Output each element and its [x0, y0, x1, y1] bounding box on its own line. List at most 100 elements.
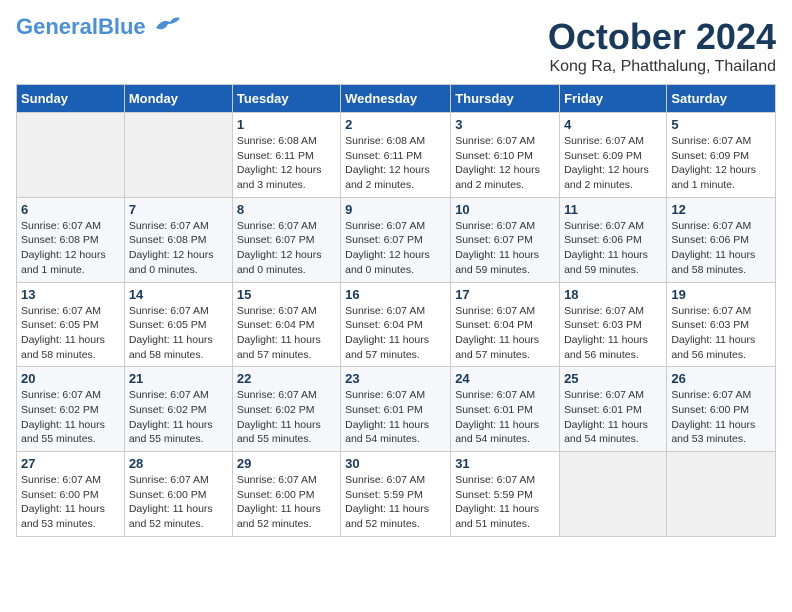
calendar-cell: [560, 452, 667, 537]
day-info: Sunrise: 6:07 AMSunset: 6:02 PMDaylight:…: [237, 388, 336, 447]
header-cell-wednesday: Wednesday: [341, 85, 451, 113]
calendar-cell: 21 Sunrise: 6:07 AMSunset: 6:02 PMDayligh…: [124, 367, 232, 452]
day-info: Sunrise: 6:07 AMSunset: 6:07 PMDaylight:…: [237, 219, 336, 278]
calendar-cell: 2 Sunrise: 6:08 AMSunset: 6:11 PMDaylight…: [341, 113, 451, 198]
calendar-cell: 10 Sunrise: 6:07 AMSunset: 6:07 PMDayligh…: [451, 197, 560, 282]
day-number: 25: [564, 371, 662, 386]
day-info: Sunrise: 6:07 AMSunset: 6:03 PMDaylight:…: [671, 304, 771, 363]
day-number: 8: [237, 202, 336, 217]
day-number: 1: [237, 117, 336, 132]
calendar-cell: 22 Sunrise: 6:07 AMSunset: 6:02 PMDayligh…: [232, 367, 340, 452]
calendar-cell: 20 Sunrise: 6:07 AMSunset: 6:02 PMDayligh…: [17, 367, 125, 452]
calendar-body: 1 Sunrise: 6:08 AMSunset: 6:11 PMDaylight…: [17, 113, 776, 537]
day-info: Sunrise: 6:07 AMSunset: 6:09 PMDaylight:…: [671, 134, 771, 193]
day-info: Sunrise: 6:07 AMSunset: 6:07 PMDaylight:…: [455, 219, 555, 278]
day-number: 20: [21, 371, 120, 386]
day-number: 3: [455, 117, 555, 132]
day-info: Sunrise: 6:07 AMSunset: 6:06 PMDaylight:…: [671, 219, 771, 278]
calendar-cell: 19Sunrise: 6:07 AMSunset: 6:03 PMDayligh…: [667, 282, 776, 367]
day-info: Sunrise: 6:07 AMSunset: 6:04 PMDaylight:…: [455, 304, 555, 363]
day-number: 26: [671, 371, 771, 386]
day-info: Sunrise: 6:07 AMSunset: 6:01 PMDaylight:…: [564, 388, 662, 447]
day-info: Sunrise: 6:07 AMSunset: 6:01 PMDaylight:…: [455, 388, 555, 447]
day-info: Sunrise: 6:07 AMSunset: 6:02 PMDaylight:…: [21, 388, 120, 447]
day-info: Sunrise: 6:07 AMSunset: 6:00 PMDaylight:…: [129, 473, 228, 532]
day-info: Sunrise: 6:07 AMSunset: 6:02 PMDaylight:…: [129, 388, 228, 447]
calendar-cell: 8 Sunrise: 6:07 AMSunset: 6:07 PMDaylight…: [232, 197, 340, 282]
day-info: Sunrise: 6:08 AMSunset: 6:11 PMDaylight:…: [345, 134, 446, 193]
calendar-cell: [667, 452, 776, 537]
calendar-cell: 26 Sunrise: 6:07 AMSunset: 6:00 PMDayligh…: [667, 367, 776, 452]
day-number: 13: [21, 287, 120, 302]
calendar-cell: 15Sunrise: 6:07 AMSunset: 6:04 PMDayligh…: [232, 282, 340, 367]
day-number: 22: [237, 371, 336, 386]
day-info: Sunrise: 6:07 AMSunset: 6:10 PMDaylight:…: [455, 134, 555, 193]
day-number: 21: [129, 371, 228, 386]
calendar-cell: 27Sunrise: 6:07 AMSunset: 6:00 PMDayligh…: [17, 452, 125, 537]
main-title: October 2024: [548, 16, 776, 58]
header-cell-thursday: Thursday: [451, 85, 560, 113]
calendar-cell: 3 Sunrise: 6:07 AMSunset: 6:10 PMDaylight…: [451, 113, 560, 198]
calendar-cell: 17Sunrise: 6:07 AMSunset: 6:04 PMDayligh…: [451, 282, 560, 367]
calendar-cell: 12 Sunrise: 6:07 AMSunset: 6:06 PMDayligh…: [667, 197, 776, 282]
week-row-5: 27Sunrise: 6:07 AMSunset: 6:00 PMDayligh…: [17, 452, 776, 537]
day-number: 24: [455, 371, 555, 386]
day-number: 10: [455, 202, 555, 217]
calendar-cell: 18 Sunrise: 6:07 AMSunset: 6:03 PMDayligh…: [560, 282, 667, 367]
day-info: Sunrise: 6:07 AMSunset: 6:04 PMDaylight:…: [237, 304, 336, 363]
calendar-cell: 23 Sunrise: 6:07 AMSunset: 6:01 PMDayligh…: [341, 367, 451, 452]
day-number: 5: [671, 117, 771, 132]
title-block: October 2024 Kong Ra, Phatthalung, Thail…: [548, 16, 776, 76]
day-info: Sunrise: 6:07 AMSunset: 5:59 PMDaylight:…: [455, 473, 555, 532]
calendar-cell: 28Sunrise: 6:07 AMSunset: 6:00 PMDayligh…: [124, 452, 232, 537]
logo-bird-icon: [148, 14, 180, 36]
calendar-cell: 11 Sunrise: 6:07 AMSunset: 6:06 PMDayligh…: [560, 197, 667, 282]
calendar-cell: 13 Sunrise: 6:07 AMSunset: 6:05 PMDayligh…: [17, 282, 125, 367]
day-number: 9: [345, 202, 446, 217]
day-number: 18: [564, 287, 662, 302]
day-info: Sunrise: 6:07 AMSunset: 6:08 PMDaylight:…: [129, 219, 228, 278]
day-number: 11: [564, 202, 662, 217]
calendar-cell: 16 Sunrise: 6:07 AMSunset: 6:04 PMDayligh…: [341, 282, 451, 367]
header-row: SundayMondayTuesdayWednesdayThursdayFrid…: [17, 85, 776, 113]
day-info: Sunrise: 6:07 AMSunset: 6:07 PMDaylight:…: [345, 219, 446, 278]
day-number: 12: [671, 202, 771, 217]
calendar-cell: 31 Sunrise: 6:07 AMSunset: 5:59 PMDayligh…: [451, 452, 560, 537]
logo-blue: Blue: [98, 14, 146, 39]
day-info: Sunrise: 6:07 AMSunset: 6:06 PMDaylight:…: [564, 219, 662, 278]
day-number: 6: [21, 202, 120, 217]
day-info: Sunrise: 6:07 AMSunset: 6:01 PMDaylight:…: [345, 388, 446, 447]
day-number: 31: [455, 456, 555, 471]
calendar-cell: 4Sunrise: 6:07 AMSunset: 6:09 PMDaylight…: [560, 113, 667, 198]
logo: GeneralBlue: [16, 16, 180, 38]
day-number: 16: [345, 287, 446, 302]
calendar-cell: [124, 113, 232, 198]
day-info: Sunrise: 6:07 AMSunset: 6:05 PMDaylight:…: [129, 304, 228, 363]
subtitle: Kong Ra, Phatthalung, Thailand: [548, 58, 776, 76]
page-header: GeneralBlue October 2024 Kong Ra, Phatth…: [16, 16, 776, 76]
logo-general: General: [16, 14, 98, 39]
week-row-3: 13 Sunrise: 6:07 AMSunset: 6:05 PMDayligh…: [17, 282, 776, 367]
day-number: 2: [345, 117, 446, 132]
calendar-cell: [17, 113, 125, 198]
day-info: Sunrise: 6:07 AMSunset: 6:05 PMDaylight:…: [21, 304, 120, 363]
header-cell-saturday: Saturday: [667, 85, 776, 113]
calendar-cell: 25 Sunrise: 6:07 AMSunset: 6:01 PMDayligh…: [560, 367, 667, 452]
header-cell-monday: Monday: [124, 85, 232, 113]
header-cell-tuesday: Tuesday: [232, 85, 340, 113]
day-info: Sunrise: 6:07 AMSunset: 6:08 PMDaylight:…: [21, 219, 120, 278]
calendar-cell: 6 Sunrise: 6:07 AMSunset: 6:08 PMDaylight…: [17, 197, 125, 282]
header-cell-friday: Friday: [560, 85, 667, 113]
day-number: 23: [345, 371, 446, 386]
calendar-cell: 29Sunrise: 6:07 AMSunset: 6:00 PMDayligh…: [232, 452, 340, 537]
day-info: Sunrise: 6:07 AMSunset: 6:03 PMDaylight:…: [564, 304, 662, 363]
day-info: Sunrise: 6:08 AMSunset: 6:11 PMDaylight:…: [237, 134, 336, 193]
week-row-2: 6 Sunrise: 6:07 AMSunset: 6:08 PMDaylight…: [17, 197, 776, 282]
header-cell-sunday: Sunday: [17, 85, 125, 113]
day-info: Sunrise: 6:07 AMSunset: 6:00 PMDaylight:…: [671, 388, 771, 447]
calendar-cell: 9 Sunrise: 6:07 AMSunset: 6:07 PMDaylight…: [341, 197, 451, 282]
calendar-cell: 14Sunrise: 6:07 AMSunset: 6:05 PMDayligh…: [124, 282, 232, 367]
calendar-table: SundayMondayTuesdayWednesdayThursdayFrid…: [16, 84, 776, 537]
day-info: Sunrise: 6:07 AMSunset: 6:04 PMDaylight:…: [345, 304, 446, 363]
calendar-cell: 5 Sunrise: 6:07 AMSunset: 6:09 PMDaylight…: [667, 113, 776, 198]
